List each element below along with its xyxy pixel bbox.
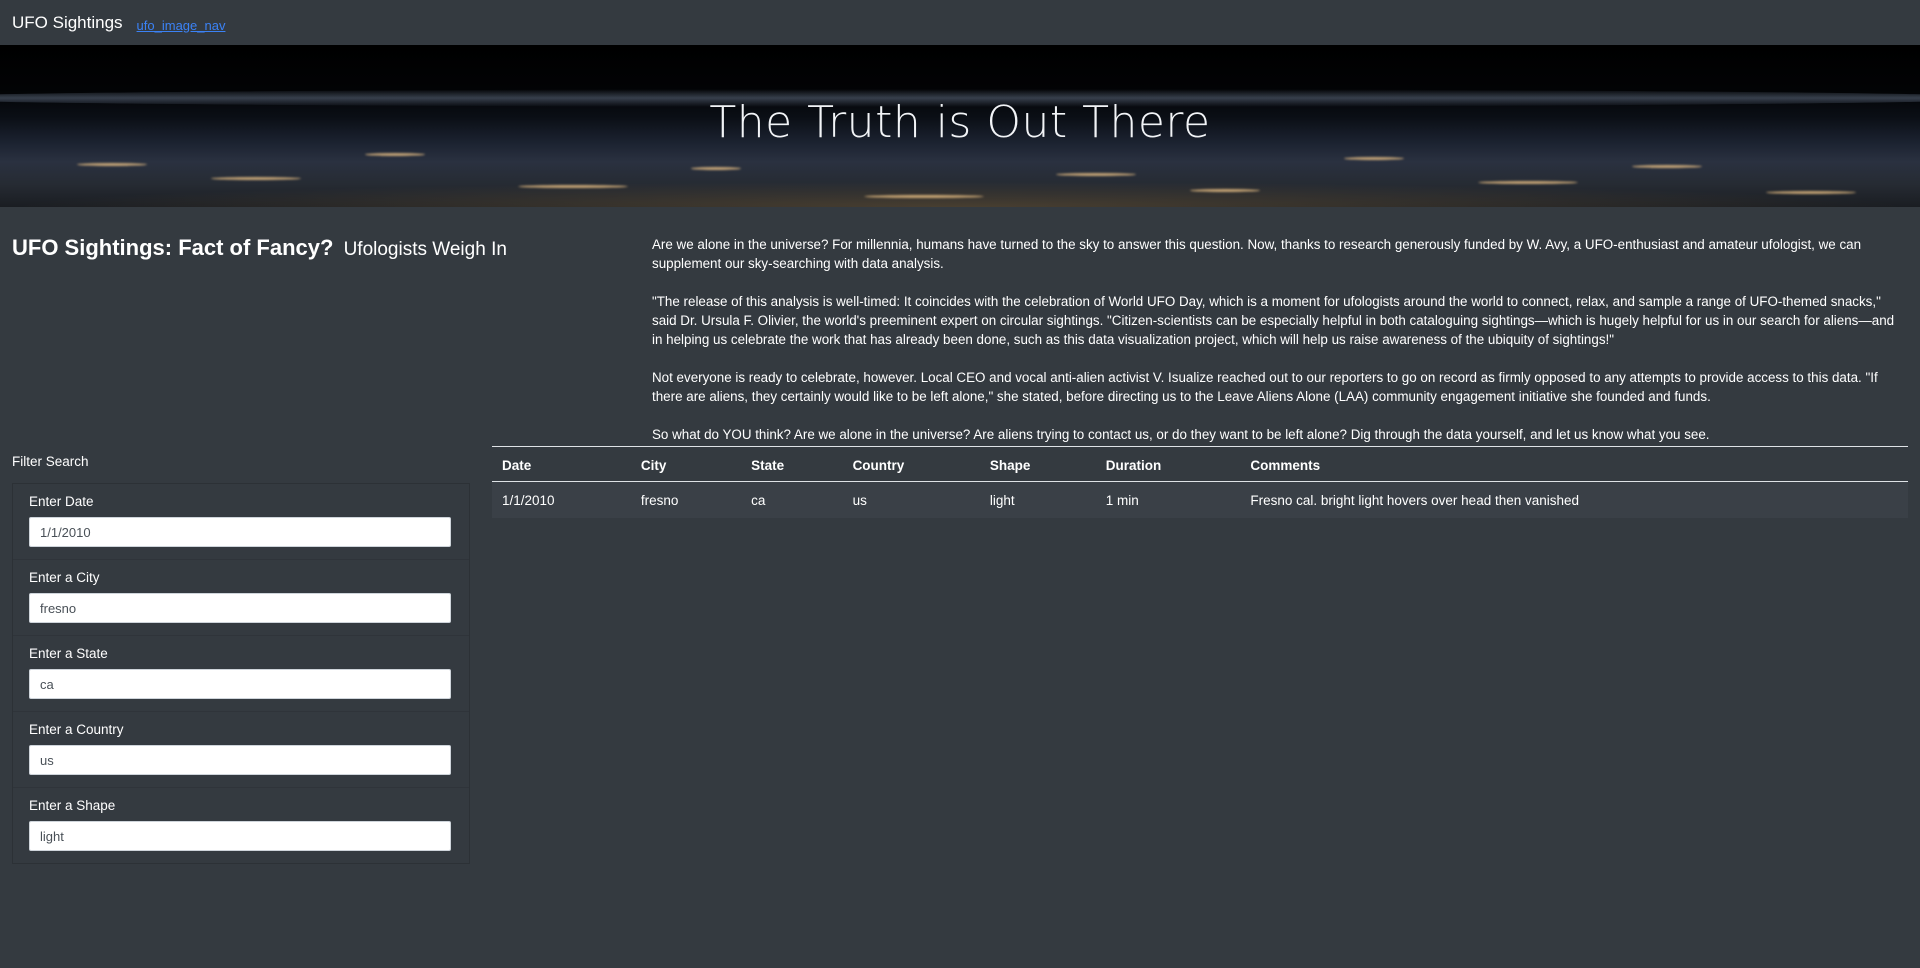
page-title-main: UFO Sightings: Fact of Fancy? [12,235,334,260]
filter-item-date: Enter Date [13,484,469,560]
country-input[interactable] [29,745,451,775]
hero-title: The Truth is Out There [709,97,1211,148]
filter-item-shape: Enter a Shape [13,788,469,863]
state-input[interactable] [29,669,451,699]
cell-shape: light [979,481,1096,518]
table-header-row: Date City State Country Shape Duration C… [492,446,1908,482]
state-label: Enter a State [29,646,108,661]
filter-list: Enter Date Enter a City Enter a State En… [12,483,470,864]
col-shape-header: Shape [979,446,1096,482]
intro-paragraph: So what do YOU think? Are we alone in th… [652,427,1710,442]
hero-banner: The Truth is Out There [0,45,1920,207]
filter-item-state: Enter a State [13,636,469,712]
intro-text-column: Are we alone in the universe? For millen… [640,235,1900,444]
country-label: Enter a Country [29,722,124,737]
filter-item-country: Enter a Country [13,712,469,788]
main-section: Filter Search Enter Date Enter a City En… [0,446,1920,864]
cell-comments: Fresno cal. bright light hovers over hea… [1240,481,1908,518]
city-input[interactable] [29,593,451,623]
table-row: 1/1/2010 fresno ca us light 1 min Fresno… [492,481,1908,518]
col-date-header: Date [492,446,631,482]
navbar: UFO Sightings ufo_image_nav [0,0,1920,45]
col-state-header: State [741,446,843,482]
date-input[interactable] [29,517,451,547]
cell-duration: 1 min [1095,481,1241,518]
cell-state: ca [741,481,843,518]
intro-paragraph: "The release of this analysis is well-ti… [652,294,1895,347]
brand-link[interactable]: UFO Sightings [12,13,123,33]
page-subtitle: Ufologists Weigh In [343,239,507,260]
col-duration-header: Duration [1095,446,1241,482]
cell-date: 1/1/2010 [492,481,631,518]
filter-panel: Filter Search Enter Date Enter a City En… [0,454,470,864]
intro-paragraph: Are we alone in the universe? For millen… [652,237,1862,271]
ufo-image-nav-broken-image[interactable]: ufo_image_nav [137,13,226,33]
shape-input[interactable] [29,821,451,851]
city-label: Enter a City [29,570,100,585]
ufo-table: Date City State Country Shape Duration C… [492,446,1908,518]
page-title: UFO Sightings: Fact of Fancy? Ufologists… [12,235,640,261]
cell-city: fresno [630,481,742,518]
date-label: Enter Date [29,494,94,509]
cell-country: us [842,481,980,518]
col-comments-header: Comments [1240,446,1908,482]
intro-section: UFO Sightings: Fact of Fancy? Ufologists… [0,207,1920,444]
intro-paragraph: Not everyone is ready to celebrate, howe… [652,370,1878,404]
results-table-container: Date City State Country Shape Duration C… [492,446,1908,864]
col-country-header: Country [842,446,980,482]
filter-item-city: Enter a City [13,560,469,636]
filter-title: Filter Search [12,454,89,469]
shape-label: Enter a Shape [29,798,116,813]
intro-heading-column: UFO Sightings: Fact of Fancy? Ufologists… [0,235,640,444]
col-city-header: City [630,446,742,482]
